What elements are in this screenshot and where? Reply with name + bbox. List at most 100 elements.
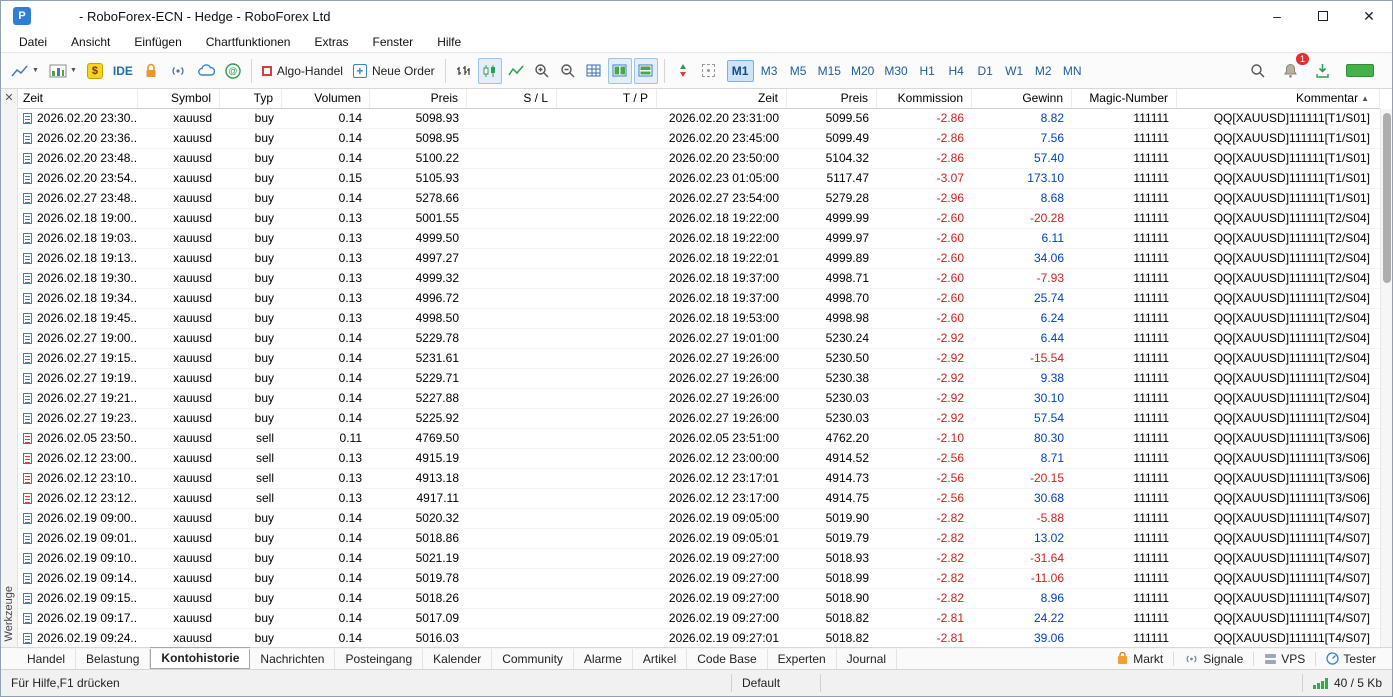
timeframe-m1[interactable]: M1	[726, 59, 754, 82]
zoom-out-button[interactable]	[556, 58, 580, 84]
table-row[interactable]: 2026.02.12 23:12... xauusd sell 0.13 4917.11…	[18, 489, 1380, 509]
tab-belastung[interactable]: Belastung	[76, 648, 151, 669]
notifications-button[interactable]: 1	[1278, 52, 1309, 84]
chart-line-dropdown-button[interactable]: ▼	[7, 58, 43, 84]
header-tp[interactable]: T / P	[557, 89, 657, 108]
tab-nachrichten[interactable]: Nachrichten	[250, 648, 336, 669]
header-sl[interactable]: S / L	[467, 89, 557, 108]
candlestick-mode-button[interactable]	[477, 57, 502, 84]
menu-ansicht[interactable]: Ansicht	[59, 31, 122, 52]
header-open-time[interactable]: Zeit	[18, 89, 138, 108]
table-row[interactable]: 2026.02.18 19:00... xauusd buy 0.13 5001.55 2…	[18, 209, 1380, 229]
menu-chartfunktionen[interactable]: Chartfunktionen	[194, 31, 303, 52]
connection-status-button[interactable]	[1342, 58, 1378, 84]
market-button[interactable]: Markt	[1110, 652, 1169, 666]
table-row[interactable]: 2026.02.27 19:21... xauusd buy 0.14 5227.88 2…	[18, 389, 1380, 409]
header-symbol[interactable]: Symbol	[138, 89, 220, 108]
crosshair-select-button[interactable]	[697, 58, 721, 84]
table-row[interactable]: 2026.02.19 09:15... xauusd buy 0.14 5018.26 2…	[18, 589, 1380, 609]
table-row[interactable]: 2026.02.27 23:48... xauusd buy 0.14 5278.66 2…	[18, 189, 1380, 209]
vertical-scrollbar[interactable]	[1380, 109, 1392, 647]
table-row[interactable]: 2026.02.27 19:00... xauusd buy 0.14 5229.78 2…	[18, 329, 1380, 349]
tile-windows-button[interactable]	[607, 57, 632, 84]
table-row[interactable]: 2026.02.19 09:14... xauusd buy 0.14 5019.78 2…	[18, 569, 1380, 589]
table-row[interactable]: 2026.02.18 19:34... xauusd buy 0.13 4996.72 2…	[18, 289, 1380, 309]
menu-fenster[interactable]: Fenster	[361, 31, 426, 52]
header-volume[interactable]: Volumen	[282, 89, 370, 108]
chart-profile-dropdown-button[interactable]: ▼	[45, 58, 81, 84]
menu-datei[interactable]: Datei	[7, 31, 59, 52]
algo-trading-button[interactable]: Algo-Handel	[258, 58, 347, 84]
community-button[interactable]: @	[221, 58, 245, 84]
cloud-button[interactable]	[193, 58, 219, 84]
connection-info[interactable]: 40 / 5 Kb	[1303, 676, 1392, 690]
table-row[interactable]: 2026.02.20 23:36... xauusd buy 0.14 5098.95 2…	[18, 129, 1380, 149]
header-open-price[interactable]: Preis	[370, 89, 467, 108]
table-row[interactable]: 2026.02.19 09:24... xauusd buy 0.14 5016.03 2…	[18, 629, 1380, 649]
timeframe-mn[interactable]: MN	[1059, 60, 1086, 82]
table-row[interactable]: 2026.02.19 09:10... xauusd buy 0.14 5021.19 2…	[18, 549, 1380, 569]
minimize-button[interactable]: –	[1254, 1, 1300, 31]
close-button[interactable]: ✕	[1346, 1, 1392, 31]
table-row[interactable]: 2026.02.19 09:17... xauusd buy 0.14 5017.09 2…	[18, 609, 1380, 629]
timeframe-m15[interactable]: M15	[814, 60, 845, 82]
table-row[interactable]: 2026.02.12 23:00... xauusd sell 0.13 4915.19…	[18, 449, 1380, 469]
tab-experten[interactable]: Experten	[768, 648, 837, 669]
tab-journal[interactable]: Journal	[837, 648, 898, 669]
table-row[interactable]: 2026.02.20 23:30... xauusd buy 0.14 5098.93 2…	[18, 109, 1380, 129]
tab-kalender[interactable]: Kalender	[423, 648, 493, 669]
tab-community[interactable]: Community	[492, 648, 574, 669]
timeframe-h4[interactable]: H4	[943, 60, 970, 82]
header-type[interactable]: Typ	[220, 89, 282, 108]
table-row[interactable]: 2026.02.18 19:03... xauusd buy 0.13 4999.50 2…	[18, 229, 1380, 249]
table-row[interactable]: 2026.02.20 23:48... xauusd buy 0.14 5100.22 2…	[18, 149, 1380, 169]
tile-vertical-button[interactable]	[633, 57, 658, 84]
vps-button[interactable]: VPS	[1258, 652, 1311, 666]
table-row[interactable]: 2026.02.27 19:15... xauusd buy 0.14 5231.61 2…	[18, 349, 1380, 369]
table-row[interactable]: 2026.02.19 09:00... xauusd buy 0.14 5020.32 2…	[18, 509, 1380, 529]
toolbox-close-button[interactable]: ✕	[1, 89, 17, 105]
new-order-button[interactable]: + Neue Order	[349, 58, 439, 84]
header-comment[interactable]: Kommentar ▲	[1177, 89, 1380, 108]
ide-button[interactable]: IDE	[109, 58, 137, 84]
timeframe-d1[interactable]: D1	[972, 60, 999, 82]
market-watch-button[interactable]: $	[83, 58, 107, 84]
profile-selector[interactable]: Default	[732, 676, 820, 690]
table-row[interactable]: 2026.02.27 19:23... xauusd buy 0.14 5225.92 2…	[18, 409, 1380, 429]
search-button[interactable]	[1246, 58, 1270, 84]
tester-button[interactable]: Tester	[1320, 652, 1382, 666]
header-profit[interactable]: Gewinn	[972, 89, 1072, 108]
tab-alarme[interactable]: Alarme	[574, 648, 633, 669]
download-button[interactable]	[1310, 58, 1334, 84]
bar-chart-mode-button[interactable]	[452, 58, 476, 84]
header-magic-number[interactable]: Magic-Number	[1072, 89, 1177, 108]
lock-button[interactable]	[139, 58, 163, 84]
scrollbar-thumb[interactable]	[1383, 113, 1391, 283]
tab-code-base[interactable]: Code Base	[687, 648, 768, 669]
menu-extras[interactable]: Extras	[302, 31, 360, 52]
menu-hilfe[interactable]: Hilfe	[425, 31, 473, 52]
line-chart-mode-button[interactable]	[504, 58, 528, 84]
table-row[interactable]: 2026.02.19 09:01... xauusd buy 0.14 5018.86 2…	[18, 529, 1380, 549]
table-row[interactable]: 2026.02.18 19:30... xauusd buy 0.13 4999.32 2…	[18, 269, 1380, 289]
timeframe-m20[interactable]: M20	[847, 60, 878, 82]
signals-tab-button[interactable]: Signale	[1178, 652, 1249, 666]
table-row[interactable]: 2026.02.18 19:13... xauusd buy 0.13 4997.27 2…	[18, 249, 1380, 269]
header-commission[interactable]: Kommission	[877, 89, 972, 108]
table-row[interactable]: 2026.02.18 19:45... xauusd buy 0.13 4998.50 2…	[18, 309, 1380, 329]
deposit-withdraw-button[interactable]	[671, 58, 695, 84]
grid-button[interactable]	[582, 58, 606, 84]
table-row[interactable]: 2026.02.27 19:19... xauusd buy 0.14 5229.71 2…	[18, 369, 1380, 389]
timeframe-h1[interactable]: H1	[914, 60, 941, 82]
timeframe-m2[interactable]: M2	[1030, 60, 1057, 82]
maximize-button[interactable]	[1300, 1, 1346, 31]
tab-artikel[interactable]: Artikel	[633, 648, 688, 669]
menu-einfügen[interactable]: Einfügen	[122, 31, 193, 52]
timeframe-m5[interactable]: M5	[785, 60, 812, 82]
signals-button[interactable]	[165, 58, 191, 84]
table-row[interactable]: 2026.02.05 23:50... xauusd sell 0.11 4769.50…	[18, 429, 1380, 449]
tab-handel[interactable]: Handel	[17, 648, 77, 669]
table-row[interactable]: 2026.02.20 23:54... xauusd buy 0.15 5105.93 2…	[18, 169, 1380, 189]
tab-kontohistorie[interactable]: Kontohistorie	[150, 647, 251, 669]
header-close-price[interactable]: Preis	[787, 89, 877, 108]
